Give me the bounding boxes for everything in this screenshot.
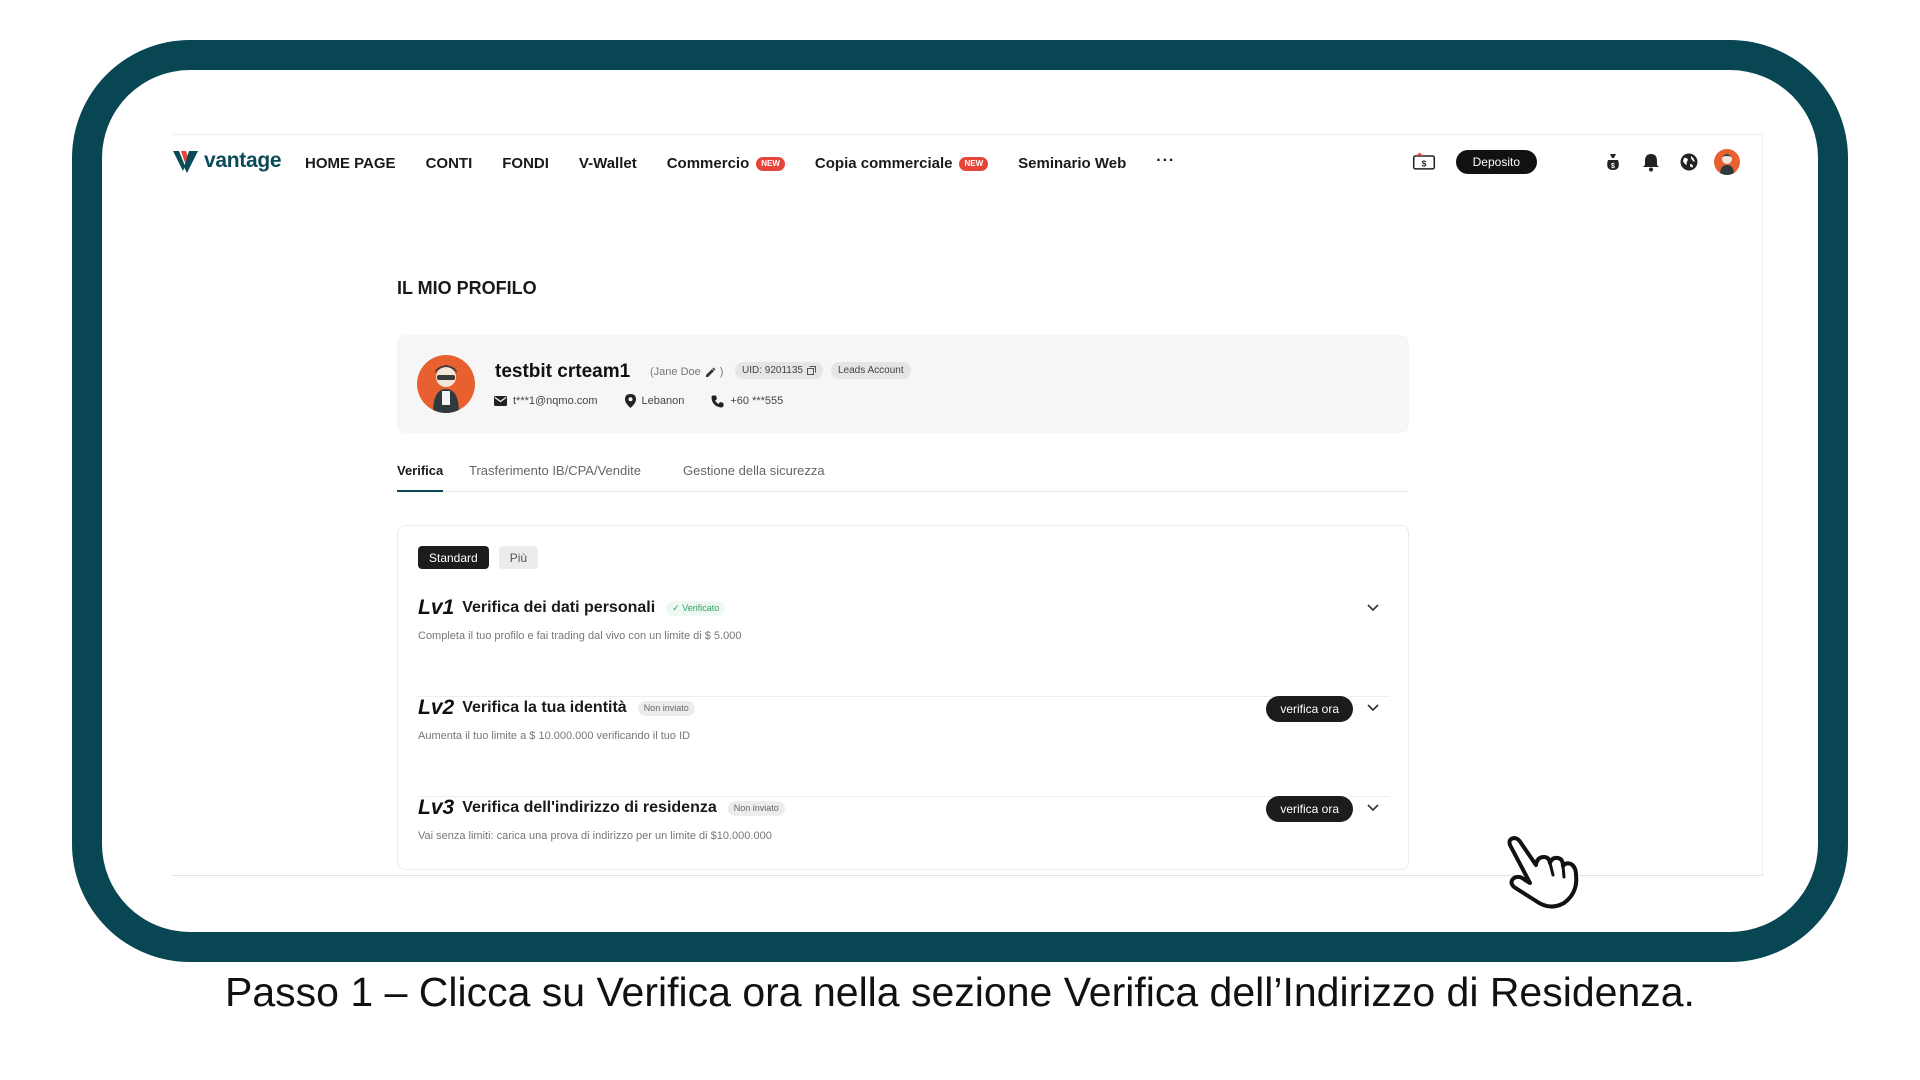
level-description: Aumenta il tuo limite a $ 10.000.000 ver… <box>418 730 691 742</box>
screen: vantage HOME PAGE CONTI FONDI V-Wallet C… <box>102 70 1818 932</box>
svg-text:$: $ <box>1421 158 1426 168</box>
new-badge: NEW <box>959 156 989 171</box>
nav-funds[interactable]: FONDI <box>502 155 549 172</box>
copy-icon[interactable] <box>806 366 816 375</box>
promo-ticket-icon[interactable]: $ <box>1412 150 1436 174</box>
verify-now-button[interactable]: verifica ora <box>1266 696 1353 722</box>
avatar-icon <box>1720 154 1734 175</box>
profile-card: testbit crteam1 (Jane Doe ) UID: 9201135 <box>397 335 1409 433</box>
contact-email: t***1@nqmo.com <box>494 395 598 407</box>
email-text: t***1@nqmo.com <box>513 395 598 407</box>
globe-icon[interactable] <box>1677 150 1701 174</box>
level-header: Lv3 Verifica dell'indirizzo di residenza… <box>418 796 785 820</box>
phone-text: +60 ***555 <box>730 395 784 407</box>
edit-icon[interactable] <box>705 366 716 378</box>
level-header: Lv2 Verifica la tua identità Non inviato <box>418 696 695 720</box>
brand-name: vantage <box>204 149 282 172</box>
chevron-down-icon[interactable] <box>1364 799 1382 817</box>
user-avatar[interactable] <box>1714 149 1740 175</box>
level-description: Completa il tuo profilo e fai trading da… <box>418 630 742 642</box>
level-row-3[interactable]: Lv3 Verifica dell'indirizzo di residenza… <box>418 796 1390 896</box>
vantage-logo-icon <box>173 151 198 173</box>
new-badge: NEW <box>756 156 785 171</box>
nav-copy-trading[interactable]: Copia commerciale NEW <box>814 155 989 172</box>
uid-text: UID: 9201135 <box>742 365 803 376</box>
nav-home[interactable]: HOME PAGE <box>305 155 396 172</box>
top-navigation: vantage HOME PAGE CONTI FONDI V-Wallet C… <box>172 135 1762 195</box>
nav-links: HOME PAGE CONTI FONDI V-Wallet Commercio… <box>305 152 1205 173</box>
status-badge: Non inviato <box>727 800 785 816</box>
app-window: vantage HOME PAGE CONTI FONDI V-Wallet C… <box>172 134 1763 909</box>
tier-selector: Standard Più <box>418 546 539 569</box>
chevron-down-icon[interactable] <box>1364 699 1382 717</box>
location-pin-icon <box>624 394 636 408</box>
profile-alias-text: (Jane Doe <box>650 366 701 378</box>
nav-actions: $ Deposito $ <box>1398 149 1740 175</box>
contact-row: t***1@nqmo.com Lebanon +60 ***555 <box>494 394 810 408</box>
deposit-button[interactable]: Deposito <box>1455 150 1537 174</box>
level-tag: Lv1 <box>418 596 455 619</box>
nav-trading[interactable]: Commercio NEW <box>667 155 785 172</box>
step-caption: Passo 1 – Clicca su Verifica ora nella s… <box>225 969 1695 1015</box>
level-tag: Lv3 <box>418 796 455 819</box>
hand-pointer-icon <box>1507 836 1579 909</box>
level-row-1[interactable]: Lv1 Verifica dei dati personali ✓ Verifi… <box>418 596 1390 697</box>
level-title: Verifica la tua identità <box>462 699 627 716</box>
tab-verification[interactable]: Verifica <box>397 462 444 492</box>
nav-accounts[interactable]: CONTI <box>426 155 473 172</box>
chevron-down-icon[interactable] <box>1364 599 1382 617</box>
location-text: Lebanon <box>641 395 685 407</box>
brand-logo[interactable]: vantage <box>172 149 282 173</box>
status-badge: ✓ Verificato <box>666 600 726 616</box>
status-badge: Non inviato <box>637 700 695 716</box>
nav-more-button[interactable]: ··· <box>1156 152 1175 170</box>
verify-now-button[interactable]: verifica ora <box>1266 796 1353 822</box>
level-description: Vai senza limiti: carica una prova di in… <box>418 830 772 842</box>
tab-security[interactable]: Gestione della sicurezza <box>683 462 825 490</box>
level-title: Verifica dell'indirizzo di residenza <box>462 799 717 816</box>
account-type-chip: Leads Account <box>831 362 911 379</box>
tier-plus-button[interactable]: Più <box>498 546 539 569</box>
page-title: IL MIO PROFILO <box>397 278 537 298</box>
wallet-bag-icon[interactable]: $ <box>1601 150 1625 174</box>
nav-vwallet[interactable]: V-Wallet <box>579 155 637 172</box>
device-frame: vantage HOME PAGE CONTI FONDI V-Wallet C… <box>72 40 1848 962</box>
tab-ib-transfer[interactable]: Trasferimento IB/CPA/Vendite <box>469 462 641 490</box>
nav-webinar[interactable]: Seminario Web <box>1018 155 1126 172</box>
profile-name: testbit crteam1 <box>495 361 631 382</box>
nav-trading-label: Commercio <box>666 155 750 172</box>
contact-phone: +60 ***555 <box>711 395 783 408</box>
phone-icon <box>711 395 724 407</box>
verification-card: Standard Più Lv1 Verifica dei dati perso… <box>397 525 1409 870</box>
svg-text:$: $ <box>1611 163 1615 170</box>
contact-location: Lebanon <box>624 394 685 408</box>
uid-chip[interactable]: UID: 9201135 <box>735 362 823 379</box>
avatar-icon <box>433 365 459 413</box>
profile-avatar <box>417 355 475 413</box>
level-title: Verifica dei dati personali <box>462 599 656 616</box>
bell-icon[interactable] <box>1639 150 1663 174</box>
level-row-2[interactable]: Lv2 Verifica la tua identità Non inviato… <box>418 696 1390 797</box>
mail-icon <box>494 396 507 406</box>
nav-copy-trading-label: Copia commerciale <box>814 155 953 172</box>
profile-alias: (Jane Doe ) <box>650 366 724 378</box>
tier-standard-button[interactable]: Standard <box>418 546 489 569</box>
level-header: Lv1 Verifica dei dati personali ✓ Verifi… <box>418 596 726 620</box>
profile-tabs: Verifica Trasferimento IB/CPA/Vendite Ge… <box>397 462 1409 492</box>
level-tag: Lv2 <box>418 696 455 719</box>
